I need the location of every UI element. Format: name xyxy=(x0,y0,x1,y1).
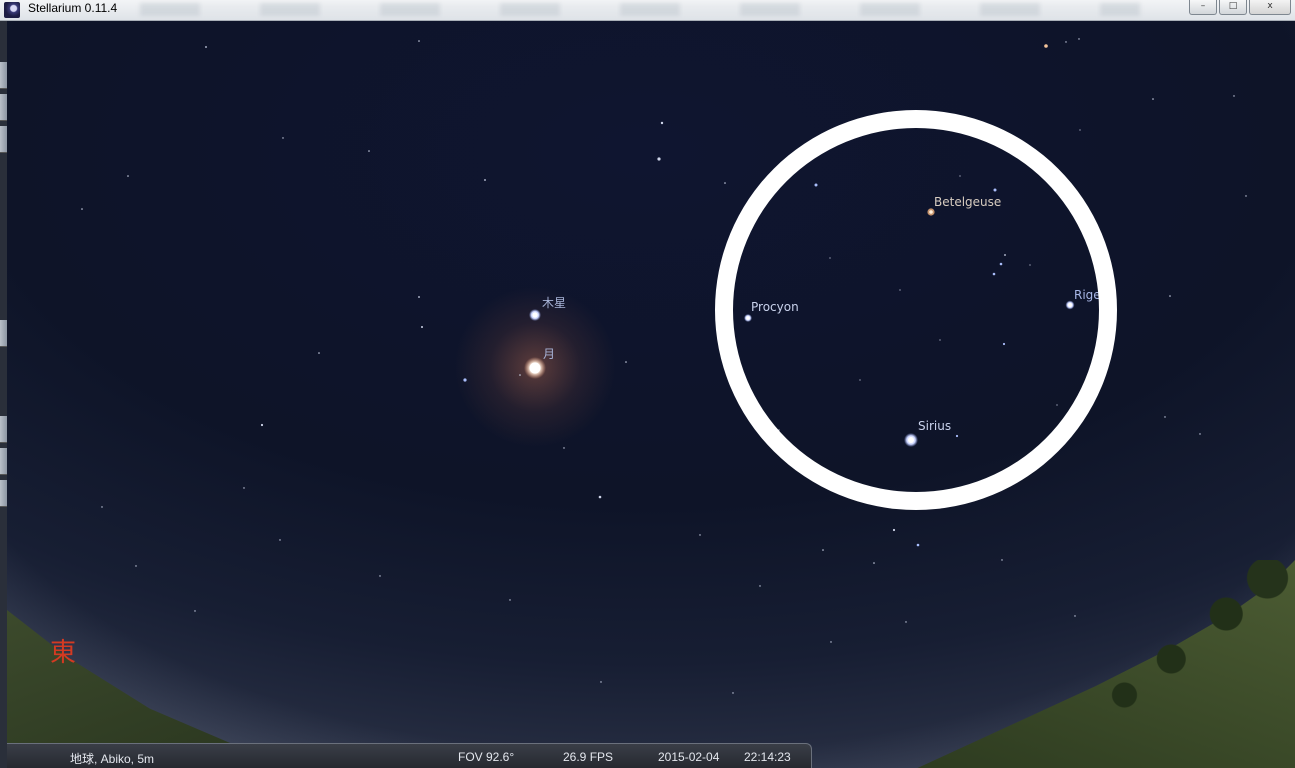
maximize-icon[interactable]: □ xyxy=(1219,0,1247,15)
location-text: 地球, Abiko, 5m xyxy=(70,752,155,766)
left-toolbar-strip[interactable] xyxy=(0,20,7,768)
title-bar-background xyxy=(140,3,1140,16)
window-controls: – □ x xyxy=(1187,0,1291,16)
window-title: Stellarium 0.11.4 xyxy=(28,1,118,15)
moon-label[interactable]: 月 xyxy=(543,345,555,362)
toolbar-handle[interactable] xyxy=(0,320,7,347)
minimize-icon[interactable]: – xyxy=(1189,0,1217,15)
highlight-circle xyxy=(715,110,1117,510)
stellarium-window: Stellarium 0.11.4 – □ x 木星 月 Procyon Bet… xyxy=(0,0,1295,768)
jupiter-label[interactable]: 木星 xyxy=(542,294,566,311)
status-bar: 地球, Abiko, 5m FOV 92.6° 26.9 FPS 2015-02… xyxy=(0,743,812,768)
toolbar-handle[interactable] xyxy=(0,94,7,121)
fov-text: FOV 92.6° xyxy=(458,750,515,764)
toolbar-handle[interactable] xyxy=(0,62,7,89)
toolbar-handle[interactable] xyxy=(0,126,7,153)
cardinal-east-label: 東 xyxy=(50,638,77,668)
fps-text: 26.9 FPS xyxy=(563,750,614,764)
title-bar: Stellarium 0.11.4 – □ x xyxy=(0,0,1295,21)
time-text: 22:14:23 xyxy=(744,750,791,764)
stellarium-app-icon[interactable] xyxy=(4,2,20,18)
date-text: 2015-02-04 xyxy=(658,750,720,764)
close-icon[interactable]: x xyxy=(1249,0,1291,15)
toolbar-handle[interactable] xyxy=(0,480,7,507)
toolbar-handle[interactable] xyxy=(0,416,7,443)
toolbar-handle[interactable] xyxy=(0,448,7,475)
